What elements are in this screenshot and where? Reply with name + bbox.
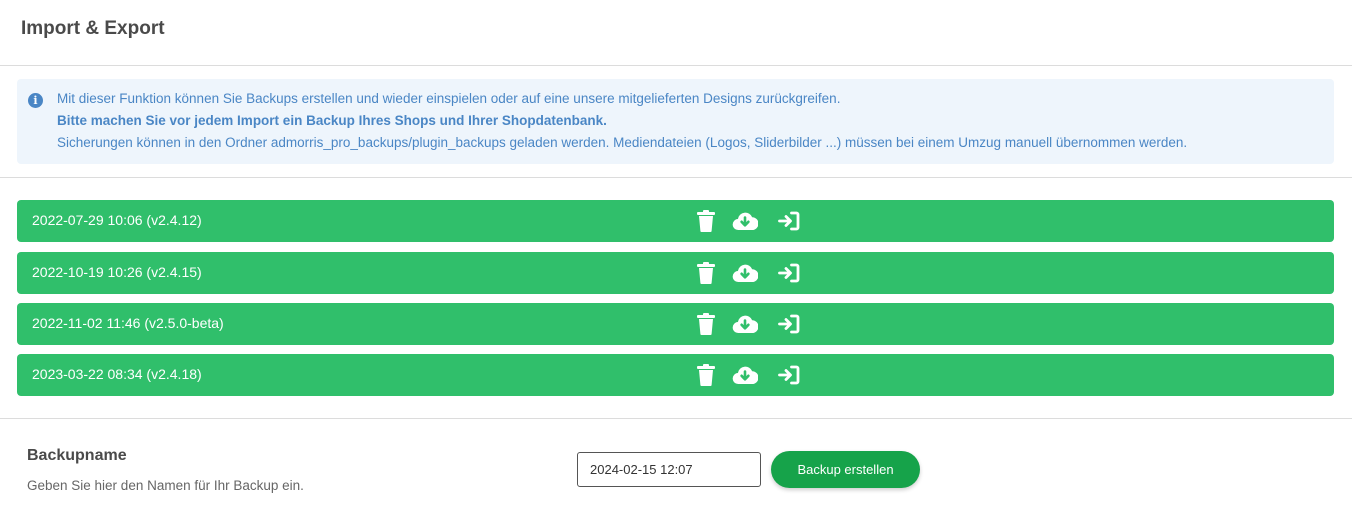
trash-icon[interactable] (693, 312, 719, 336)
divider (0, 418, 1352, 419)
page-header: Import & Export (0, 0, 1352, 66)
form-help-text: Geben Sie hier den Namen für Ihr Backup … (27, 478, 304, 493)
divider (0, 177, 1352, 178)
create-backup-button[interactable]: Backup erstellen (771, 451, 920, 488)
sign-in-icon[interactable] (776, 261, 802, 285)
sign-in-icon[interactable] (776, 209, 802, 233)
backup-row: 2022-11-02 11:46 (v2.5.0-beta) (17, 303, 1334, 345)
info-warning-text: Bitte machen Sie vor jedem Import ein Ba… (57, 113, 607, 128)
backup-name-input[interactable] (577, 452, 761, 487)
backup-row: 2023-03-22 08:34 (v2.4.18) (17, 354, 1334, 396)
page-title: Import & Export (21, 18, 165, 39)
cloud-download-icon[interactable] (732, 363, 758, 387)
form-title: Backupname (27, 447, 127, 464)
info-text-line: Mit dieser Funktion können Sie Backups e… (57, 91, 841, 106)
info-circle-icon: i (28, 93, 43, 108)
backup-label: 2022-10-19 10:26 (v2.4.15) (32, 264, 202, 280)
trash-icon[interactable] (693, 261, 719, 285)
cloud-download-icon[interactable] (732, 209, 758, 233)
sign-in-icon[interactable] (776, 312, 802, 336)
backup-label: 2023-03-22 08:34 (v2.4.18) (32, 366, 202, 382)
trash-icon[interactable] (693, 209, 719, 233)
info-text-line: Sicherungen können in den Ordner admorri… (57, 135, 1188, 150)
sign-in-icon[interactable] (776, 363, 802, 387)
backup-label: 2022-07-29 10:06 (v2.4.12) (32, 212, 202, 228)
cloud-download-icon[interactable] (732, 261, 758, 285)
trash-icon[interactable] (693, 363, 719, 387)
backup-row: 2022-07-29 10:06 (v2.4.12) (17, 200, 1334, 242)
info-box: i Mit dieser Funktion können Sie Backups… (17, 79, 1334, 164)
backup-row: 2022-10-19 10:26 (v2.4.15) (17, 252, 1334, 294)
cloud-download-icon[interactable] (732, 312, 758, 336)
backup-label: 2022-11-02 11:46 (v2.5.0-beta) (32, 315, 224, 331)
